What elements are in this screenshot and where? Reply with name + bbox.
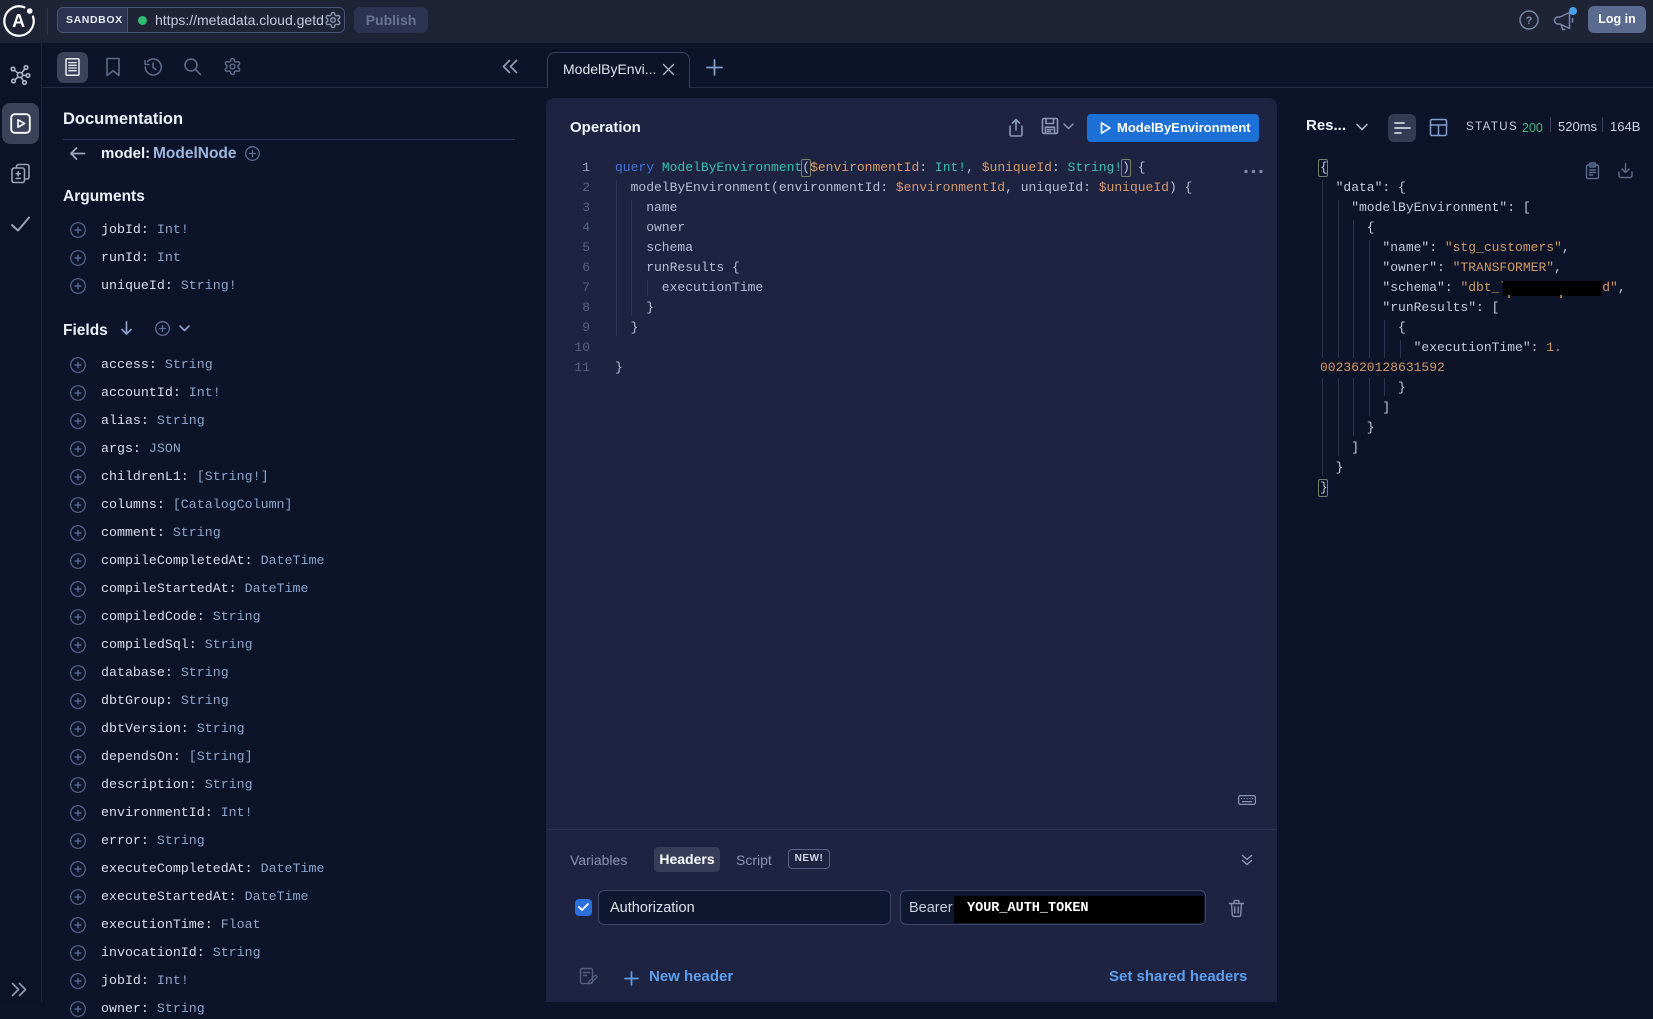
svg-text:A: A [12,11,25,31]
svg-text:?: ? [1526,15,1533,27]
